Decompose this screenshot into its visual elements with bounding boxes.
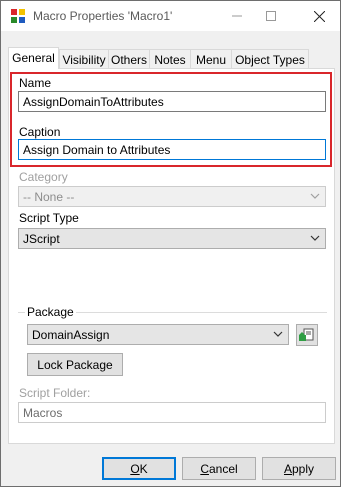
tab-menu[interactable]: Menu	[190, 49, 232, 68]
script-type-select[interactable]: JScript	[18, 228, 326, 249]
package-value: DomainAssign	[32, 328, 110, 342]
script-type-value: JScript	[23, 232, 60, 246]
chevron-down-icon	[273, 331, 283, 337]
package-group-label: Package	[25, 305, 76, 319]
category-select: -- None --	[18, 186, 326, 207]
maximize-button[interactable]	[254, 1, 288, 31]
script-folder-field: Macros	[18, 402, 326, 423]
tab-others[interactable]: Others	[108, 49, 150, 68]
close-icon	[313, 10, 325, 22]
maximize-icon	[266, 11, 276, 21]
minimize-button[interactable]	[220, 1, 254, 31]
package-browse-icon	[299, 328, 314, 341]
minimize-icon	[232, 15, 242, 17]
apply-button[interactable]: Apply	[262, 457, 336, 480]
chevron-down-icon	[310, 193, 320, 199]
lock-package-button[interactable]: Lock Package	[27, 353, 123, 376]
window-title: Macro Properties 'Macro1'	[33, 9, 173, 23]
tab-notes[interactable]: Notes	[149, 49, 191, 68]
macro-app-icon	[10, 8, 26, 24]
chevron-down-icon	[310, 235, 320, 241]
ok-rest: K	[139, 461, 148, 476]
apply-accel: A	[283, 461, 292, 476]
script-type-label: Script Type	[19, 211, 79, 225]
highlight-box	[10, 72, 332, 167]
tab-object-types[interactable]: Object Types	[231, 49, 309, 68]
cancel-rest: ancel	[208, 461, 238, 476]
package-browse-button[interactable]	[296, 324, 318, 346]
macro-properties-dialog: Macro Properties 'Macro1' General Visibi…	[0, 0, 341, 487]
package-select[interactable]: DomainAssign	[27, 324, 289, 345]
apply-rest: pply	[292, 461, 315, 476]
script-folder-label: Script Folder:	[19, 386, 91, 400]
close-button[interactable]	[298, 1, 340, 31]
tab-general[interactable]: General	[8, 47, 59, 69]
ok-button[interactable]: OK	[102, 457, 176, 480]
cancel-button[interactable]: Cancel	[182, 457, 256, 480]
title-bar: Macro Properties 'Macro1'	[1, 1, 340, 31]
tab-visibility[interactable]: Visibility	[59, 49, 109, 68]
category-label: Category	[19, 170, 68, 184]
cancel-accel: C	[200, 461, 209, 476]
ok-accel: O	[130, 461, 140, 476]
category-value: -- None --	[23, 190, 75, 204]
